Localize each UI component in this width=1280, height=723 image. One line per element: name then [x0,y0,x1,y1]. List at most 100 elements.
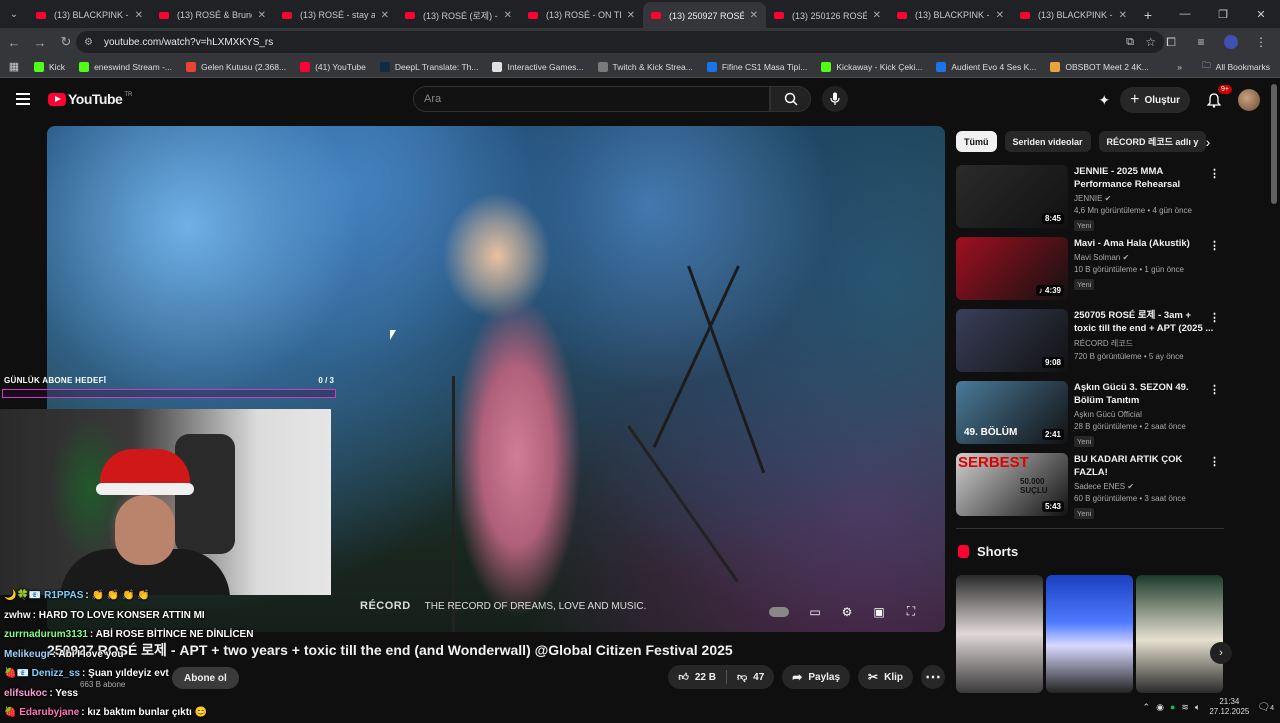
video-thumbnail[interactable]: 8:45 [956,165,1068,228]
bookmark-item[interactable]: OBSBOT Meet 2 4K... [1050,61,1149,72]
apps-grid-icon[interactable]: ▦ [0,60,28,73]
wifi-icon[interactable]: ≋ [1181,702,1189,713]
account-avatar[interactable] [1238,89,1260,111]
recommended-video[interactable]: SERBEST 50.000 SUÇLU 5:43 BU KADARI ARTIK Ç… [956,453,1226,525]
more-options-icon[interactable]: ⋮ [1209,167,1220,180]
video-title-link[interactable]: Aşkın Gücü 3. SEZON 49. Bölüm Tanıtım [1074,381,1214,407]
close-tab-icon[interactable]: ✕ [1119,10,1127,21]
search-button[interactable] [770,86,811,112]
gemini-sparkle-icon[interactable]: ✦ [1098,92,1110,109]
bookmark-item[interactable]: Kick [34,61,65,72]
search-box[interactable] [413,86,770,112]
more-options-icon[interactable]: ⋮ [1209,383,1220,396]
video-thumbnail[interactable]: ♪ 4:39 [956,237,1068,300]
bookmark-item[interactable]: Fifine CS1 Masa Tipi... [706,61,807,72]
share-button[interactable]: ➦ Paylaş [782,665,851,689]
autoplay-toggle[interactable] [769,606,789,617]
close-tab-icon[interactable]: ✕ [381,10,389,21]
recommended-video[interactable]: 49. BÖLÜM 2:41 Aşkın Gücü 3. SEZON 49. Böl… [956,381,1226,453]
search-input[interactable] [424,93,769,105]
more-options-icon[interactable]: ⋮ [1209,239,1220,252]
discord-icon[interactable]: ◉ [1156,702,1164,713]
system-clock[interactable]: 21:34 27.12.2025 [1209,697,1249,717]
bookmark-star-icon[interactable]: ☆ [1145,35,1156,49]
browser-tab[interactable]: (13) BLACKPINK - Ro✕ [889,2,1012,28]
notification-center-icon[interactable]: 🗨︎4 [1257,702,1274,713]
site-info-icon[interactable]: ⚙ [84,37,96,48]
clip-button[interactable]: ✂ Klip [858,665,913,689]
close-tab-icon[interactable]: ✕ [750,10,758,21]
subtitles-icon[interactable]: ▭ [799,605,831,619]
channel-name[interactable]: Aşkın Gücü Official [1074,410,1214,419]
video-thumbnail[interactable]: 49. BÖLÜM 2:41 [956,381,1068,444]
close-tab-icon[interactable]: ✕ [135,10,143,21]
video-title-link[interactable]: JENNIE - 2025 MMA Performance Rehearsal [1074,165,1214,191]
bookmark-item[interactable]: Kickaway - Kick Çeki... [821,61,922,72]
short-thumbnail[interactable] [1046,575,1133,693]
minimize-icon[interactable]: — [1166,0,1204,28]
more-options-icon[interactable]: ⋮ [1209,455,1220,468]
bookmark-item[interactable]: Gelen Kutusu (2.368... [186,61,286,72]
voice-search-button[interactable] [822,86,848,112]
extensions-icon[interactable]: ⧠ [1156,30,1186,54]
close-tab-icon[interactable]: ✕ [996,10,1004,21]
video-title-link[interactable]: Mavi - Ama Hala (Akustik) [1074,237,1214,250]
video-title-link[interactable]: 250705 ROSÉ 로제 - 3am + toxic till the en… [1074,309,1214,335]
recommended-video[interactable]: 8:45 JENNIE - 2025 MMA Performance Rehear… [956,165,1226,237]
new-tab-button[interactable]: + [1135,2,1161,28]
filter-chip[interactable]: Tümü [956,131,997,152]
back-icon[interactable]: ← [2,30,26,54]
browser-tab[interactable]: (13) ROSÉ - stay a little✕ [274,2,397,28]
video-title-link[interactable]: BU KADARI ARTIK ÇOK FAZLA! [1074,453,1214,479]
bookmark-item[interactable]: Twitch & Kick Strea... [597,61,693,72]
browser-tab[interactable]: (13) 250927 ROSÉ 로✕ [643,2,766,28]
bookmark-item[interactable]: DeepL Translate: Th... [379,61,478,72]
bookmark-item[interactable]: (41) YouTube [300,61,366,72]
browser-tab[interactable]: (13) BLACKPINK - RO✕ [1012,2,1135,28]
close-tab-icon[interactable]: ✕ [258,10,266,21]
profile-icon[interactable] [1224,35,1238,49]
like-button[interactable]: 👍︎ 22 B [668,665,726,689]
channel-name[interactable]: Sadece ENES ✔ [1074,482,1214,491]
theater-mode-icon[interactable]: ▣ [863,605,895,619]
browser-tab[interactable]: (13) ROSÉ - ON THE✕ [520,2,643,28]
close-tab-icon[interactable]: ✕ [627,10,635,21]
browser-tab[interactable]: (13) 250126 ROSÉ 로✕ [766,2,889,28]
close-tab-icon[interactable]: ✕ [873,10,881,21]
menu-icon[interactable] [16,93,30,105]
media-control-icon[interactable]: ≡ [1186,30,1216,54]
chevron-up-icon[interactable]: ⌃ [1143,702,1151,713]
forward-icon[interactable]: → [28,30,52,54]
filter-chip[interactable]: Seriden videolar [1004,131,1091,152]
more-actions-icon[interactable]: ⋯ [921,665,945,689]
more-options-icon[interactable]: ⋮ [1209,311,1220,324]
spotify-icon[interactable]: ● [1170,702,1175,712]
page-scrollbar[interactable] [1271,84,1277,204]
create-button[interactable]: + Oluştur [1120,87,1190,113]
bookmark-item[interactable]: Audient Evo 4 Ses K... [936,61,1036,72]
short-thumbnail[interactable] [1136,575,1223,693]
address-bar[interactable]: ⚙ youtube.com/watch?v=hLXMXKYS_rs ⧉ ☆ [76,31,1164,53]
chevron-right-icon[interactable]: › [1198,134,1218,150]
browser-tab[interactable]: (13) BLACKPINK - ROSÉ✕ [28,2,151,28]
fullscreen-icon[interactable]: ⛶ [895,604,927,619]
shorts-next-icon[interactable]: › [1210,642,1232,664]
chrome-menu-icon[interactable]: ⋮ [1246,30,1276,54]
settings-gear-icon[interactable]: ⚙ [831,605,863,619]
bookmark-item[interactable]: Interactive Games... [492,61,584,72]
channel-name[interactable]: Mavi Solman ✔ [1074,253,1214,262]
close-window-icon[interactable]: ✕ [1242,0,1280,28]
filter-chip[interactable]: RÉCORD 레코드 adlı y [1098,131,1207,152]
close-tab-icon[interactable]: ✕ [504,10,512,21]
channel-name[interactable]: RÉCORD 레코드 [1074,338,1214,349]
all-bookmarks-button[interactable]: 🗀 All Bookmarks [1202,60,1270,74]
bookmarks-overflow-icon[interactable]: » [1177,62,1182,72]
bookmark-item[interactable]: eneswind Stream -... [79,61,172,72]
notifications-button[interactable]: 9+ [1202,85,1232,112]
recommended-video[interactable]: 9:08 250705 ROSÉ 로제 - 3am + toxic till th… [956,309,1226,381]
restore-icon[interactable]: ❐ [1204,0,1242,28]
video-thumbnail[interactable]: SERBEST 50.000 SUÇLU 5:43 [956,453,1068,516]
browser-tab[interactable]: (13) ROSÉ & Bruno Mars✕ [151,2,274,28]
reload-icon[interactable]: ↻ [54,30,78,54]
browser-tab[interactable]: (13) ROSÉ (로제) - nu✕ [397,2,520,28]
